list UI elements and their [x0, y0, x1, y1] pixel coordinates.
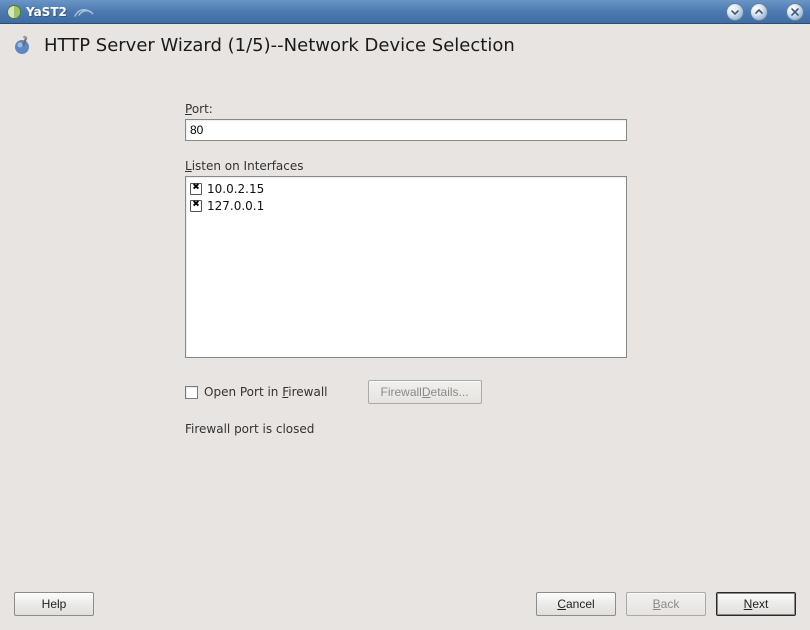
wizard-icon	[12, 34, 34, 56]
interfaces-listbox[interactable]: 10.0.2.15 127.0.0.1	[185, 176, 627, 358]
interface-checkbox[interactable]	[190, 183, 202, 195]
cancel-button[interactable]: Cancel	[536, 592, 616, 616]
port-label: Port:	[185, 102, 627, 116]
window-body: HTTP Server Wizard (1/5)--Network Device…	[0, 24, 810, 630]
checkbox-box	[185, 386, 198, 399]
next-button[interactable]: Next	[716, 592, 796, 616]
main-content: Port: Listen on Interfaces 10.0.2.15 127.…	[185, 102, 627, 436]
close-button[interactable]	[786, 3, 804, 21]
firewall-details-button[interactable]: Firewall Details...	[368, 380, 482, 404]
maximize-button[interactable]	[750, 3, 768, 21]
list-item[interactable]: 10.0.2.15	[190, 180, 622, 197]
list-item[interactable]: 127.0.0.1	[190, 197, 622, 214]
interface-label: 127.0.0.1	[207, 199, 264, 213]
open-port-firewall-label: Open Port in Firewall	[204, 385, 328, 399]
interface-checkbox[interactable]	[190, 200, 202, 212]
interfaces-label: Listen on Interfaces	[185, 159, 627, 173]
app-icon	[6, 4, 22, 20]
open-port-firewall-checkbox[interactable]: Open Port in Firewall	[185, 385, 328, 399]
firewall-row: Open Port in Firewall Firewall Details..…	[185, 380, 627, 404]
back-button[interactable]: Back	[626, 592, 706, 616]
title-bar: YaST2	[0, 0, 810, 24]
page-header: HTTP Server Wizard (1/5)--Network Device…	[0, 24, 810, 62]
shade-button[interactable]	[726, 3, 744, 21]
window-title: YaST2	[26, 5, 67, 19]
interface-label: 10.0.2.15	[207, 182, 264, 196]
distro-swirl-icon	[73, 4, 99, 20]
page-title: HTTP Server Wizard (1/5)--Network Device…	[44, 35, 515, 56]
footer: Help Cancel Back Next	[0, 580, 810, 630]
firewall-status-text: Firewall port is closed	[185, 422, 627, 436]
port-input[interactable]	[185, 119, 627, 141]
help-button[interactable]: Help	[14, 592, 94, 616]
